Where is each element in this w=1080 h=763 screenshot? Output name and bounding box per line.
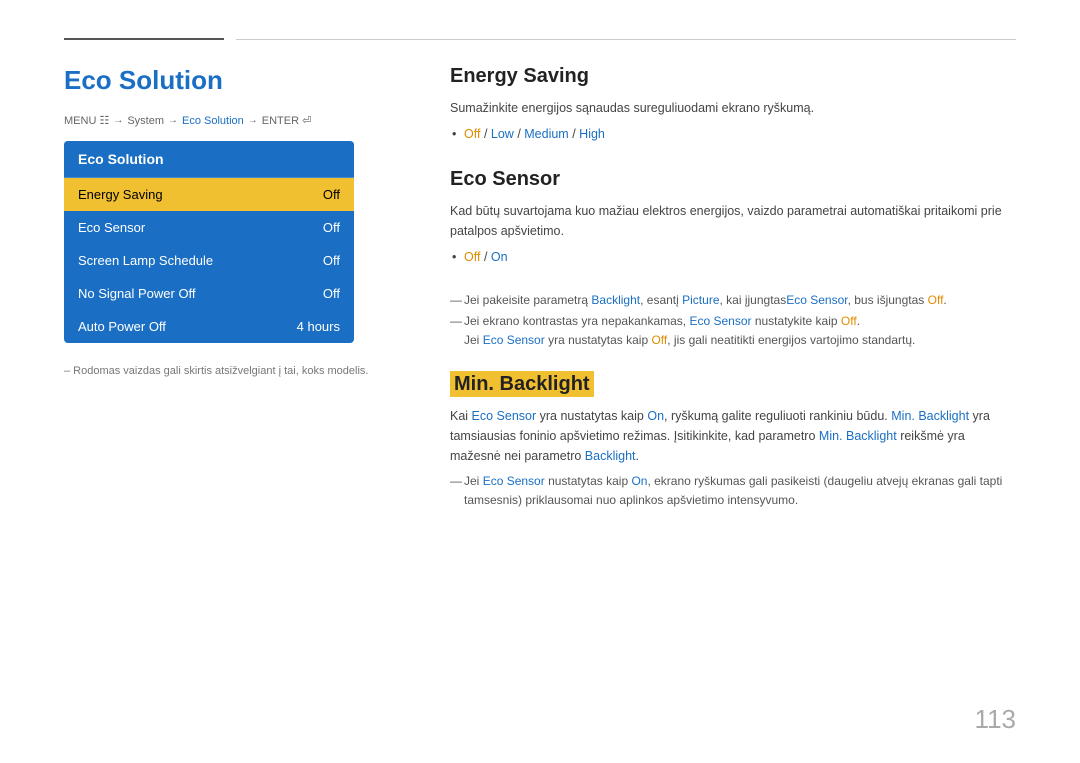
note-off1: Off bbox=[928, 293, 944, 307]
menu-header: Eco Solution bbox=[64, 141, 354, 178]
note-off3: Off bbox=[651, 333, 667, 347]
eco-sensor-note: Eco Sensor bbox=[483, 474, 545, 488]
bullet-off: Off bbox=[464, 250, 480, 264]
page-title: Eco Solution bbox=[64, 65, 404, 96]
eco-sensor-ref: Eco Sensor bbox=[472, 409, 537, 423]
on-note: On bbox=[631, 474, 647, 488]
section-energy-saving: Energy Saving Sumažinkite energijos sąna… bbox=[450, 65, 1016, 144]
min-bl-ref: Min. Backlight bbox=[891, 409, 969, 423]
min-backlight-highlight: Min. Backlight bbox=[450, 371, 594, 397]
section-eco-sensor: Eco Sensor Kad būtų suvartojama kuo maži… bbox=[450, 168, 1016, 351]
menu-item-value: Off bbox=[323, 286, 340, 301]
bullet-sep: / bbox=[484, 250, 491, 264]
note-item-2: Jei ekrano kontrastas yra nepakankamas, … bbox=[450, 312, 1016, 350]
breadcrumb-arrow1: → bbox=[113, 115, 123, 126]
section-desc-energy-saving: Sumažinkite energijos sąnaudas sureguliu… bbox=[450, 98, 1016, 118]
top-line-left bbox=[64, 38, 224, 40]
page-number: 113 bbox=[975, 704, 1016, 735]
menu-item-label: Auto Power Off bbox=[78, 319, 166, 334]
note-list-min-backlight: Jei Eco Sensor nustatytas kaip On, ekran… bbox=[450, 472, 1016, 510]
note-list-eco-sensor: Jei pakeisite parametrą Backlight, esant… bbox=[450, 291, 1016, 351]
section-title-min-backlight: Min. Backlight bbox=[450, 373, 1016, 396]
bullet-list-energy-saving: Off / Low / Medium / High bbox=[450, 124, 1016, 144]
footnote: – Rodomas vaizdas gali skirtis atsižvelg… bbox=[64, 365, 404, 377]
menu-item-label: No Signal Power Off bbox=[78, 286, 196, 301]
bullet-on: On bbox=[491, 250, 508, 264]
bullet-item: Off / Low / Medium / High bbox=[464, 124, 1016, 144]
menu-item-energy-saving[interactable]: Energy Saving Off bbox=[64, 178, 354, 211]
breadcrumb: MENU ☷ → System → Eco Solution → ENTER ⏎ bbox=[64, 114, 404, 127]
breadcrumb-arrow2: → bbox=[168, 115, 178, 126]
note-off2: Off bbox=[841, 314, 857, 328]
menu-item-value: Off bbox=[323, 220, 340, 235]
section-title-energy-saving: Energy Saving bbox=[450, 65, 1016, 88]
top-line-right bbox=[236, 39, 1016, 40]
right-panel: Energy Saving Sumažinkite energijos sąna… bbox=[450, 65, 1016, 532]
bullet-text-low: Low bbox=[491, 127, 514, 141]
section-desc-min-backlight: Kai Eco Sensor yra nustatytas kaip On, r… bbox=[450, 406, 1016, 466]
top-decorative-lines bbox=[64, 38, 1016, 40]
section-title-eco-sensor: Eco Sensor bbox=[450, 168, 1016, 191]
note-backlight: Backlight bbox=[591, 293, 640, 307]
breadcrumb-enter: ENTER ⏎ bbox=[262, 114, 312, 127]
breadcrumb-eco: Eco Solution bbox=[182, 115, 244, 127]
breadcrumb-menu: MENU ☷ bbox=[64, 114, 109, 127]
bullet-text-off: Off bbox=[464, 127, 480, 141]
menu-item-screen-lamp[interactable]: Screen Lamp Schedule Off bbox=[64, 244, 354, 277]
menu-item-label: Eco Sensor bbox=[78, 220, 145, 235]
backlight-ref: Backlight bbox=[585, 449, 636, 463]
note-picture: Picture bbox=[682, 293, 719, 307]
menu-item-value: Off bbox=[323, 253, 340, 268]
section-min-backlight: Min. Backlight Kai Eco Sensor yra nustat… bbox=[450, 373, 1016, 510]
min-bl-ref2: Min. Backlight bbox=[819, 429, 897, 443]
breadcrumb-system: System bbox=[127, 115, 164, 127]
menu-item-label: Screen Lamp Schedule bbox=[78, 253, 213, 268]
on-ref: On bbox=[647, 409, 664, 423]
note-item-min: Jei Eco Sensor nustatytas kaip On, ekran… bbox=[450, 472, 1016, 510]
breadcrumb-arrow3: → bbox=[248, 115, 258, 126]
note-eco2: Eco Sensor bbox=[689, 314, 751, 328]
note-item-1: Jei pakeisite parametrą Backlight, esant… bbox=[450, 291, 1016, 310]
bullet-text-high: High bbox=[579, 127, 605, 141]
menu-item-value: Off bbox=[323, 187, 340, 202]
section-desc-eco-sensor: Kad būtų suvartojama kuo mažiau elektros… bbox=[450, 201, 1016, 241]
bullet-list-eco-sensor: Off / On bbox=[450, 247, 1016, 267]
left-panel: Eco Solution MENU ☷ → System → Eco Solut… bbox=[64, 65, 404, 377]
note-eco3: Eco Sensor bbox=[483, 333, 545, 347]
menu-item-auto-power[interactable]: Auto Power Off 4 hours bbox=[64, 310, 354, 343]
menu-item-no-signal[interactable]: No Signal Power Off Off bbox=[64, 277, 354, 310]
note-eco: Eco Sensor bbox=[786, 293, 847, 307]
menu-item-eco-sensor[interactable]: Eco Sensor Off bbox=[64, 211, 354, 244]
bullet-sep: / bbox=[484, 127, 491, 141]
bullet-text-medium: Medium bbox=[524, 127, 568, 141]
bullet-item-eco: Off / On bbox=[464, 247, 1016, 267]
menu-box: Eco Solution Energy Saving Off Eco Senso… bbox=[64, 141, 354, 343]
menu-item-label: Energy Saving bbox=[78, 187, 163, 202]
menu-item-value: 4 hours bbox=[297, 319, 340, 334]
